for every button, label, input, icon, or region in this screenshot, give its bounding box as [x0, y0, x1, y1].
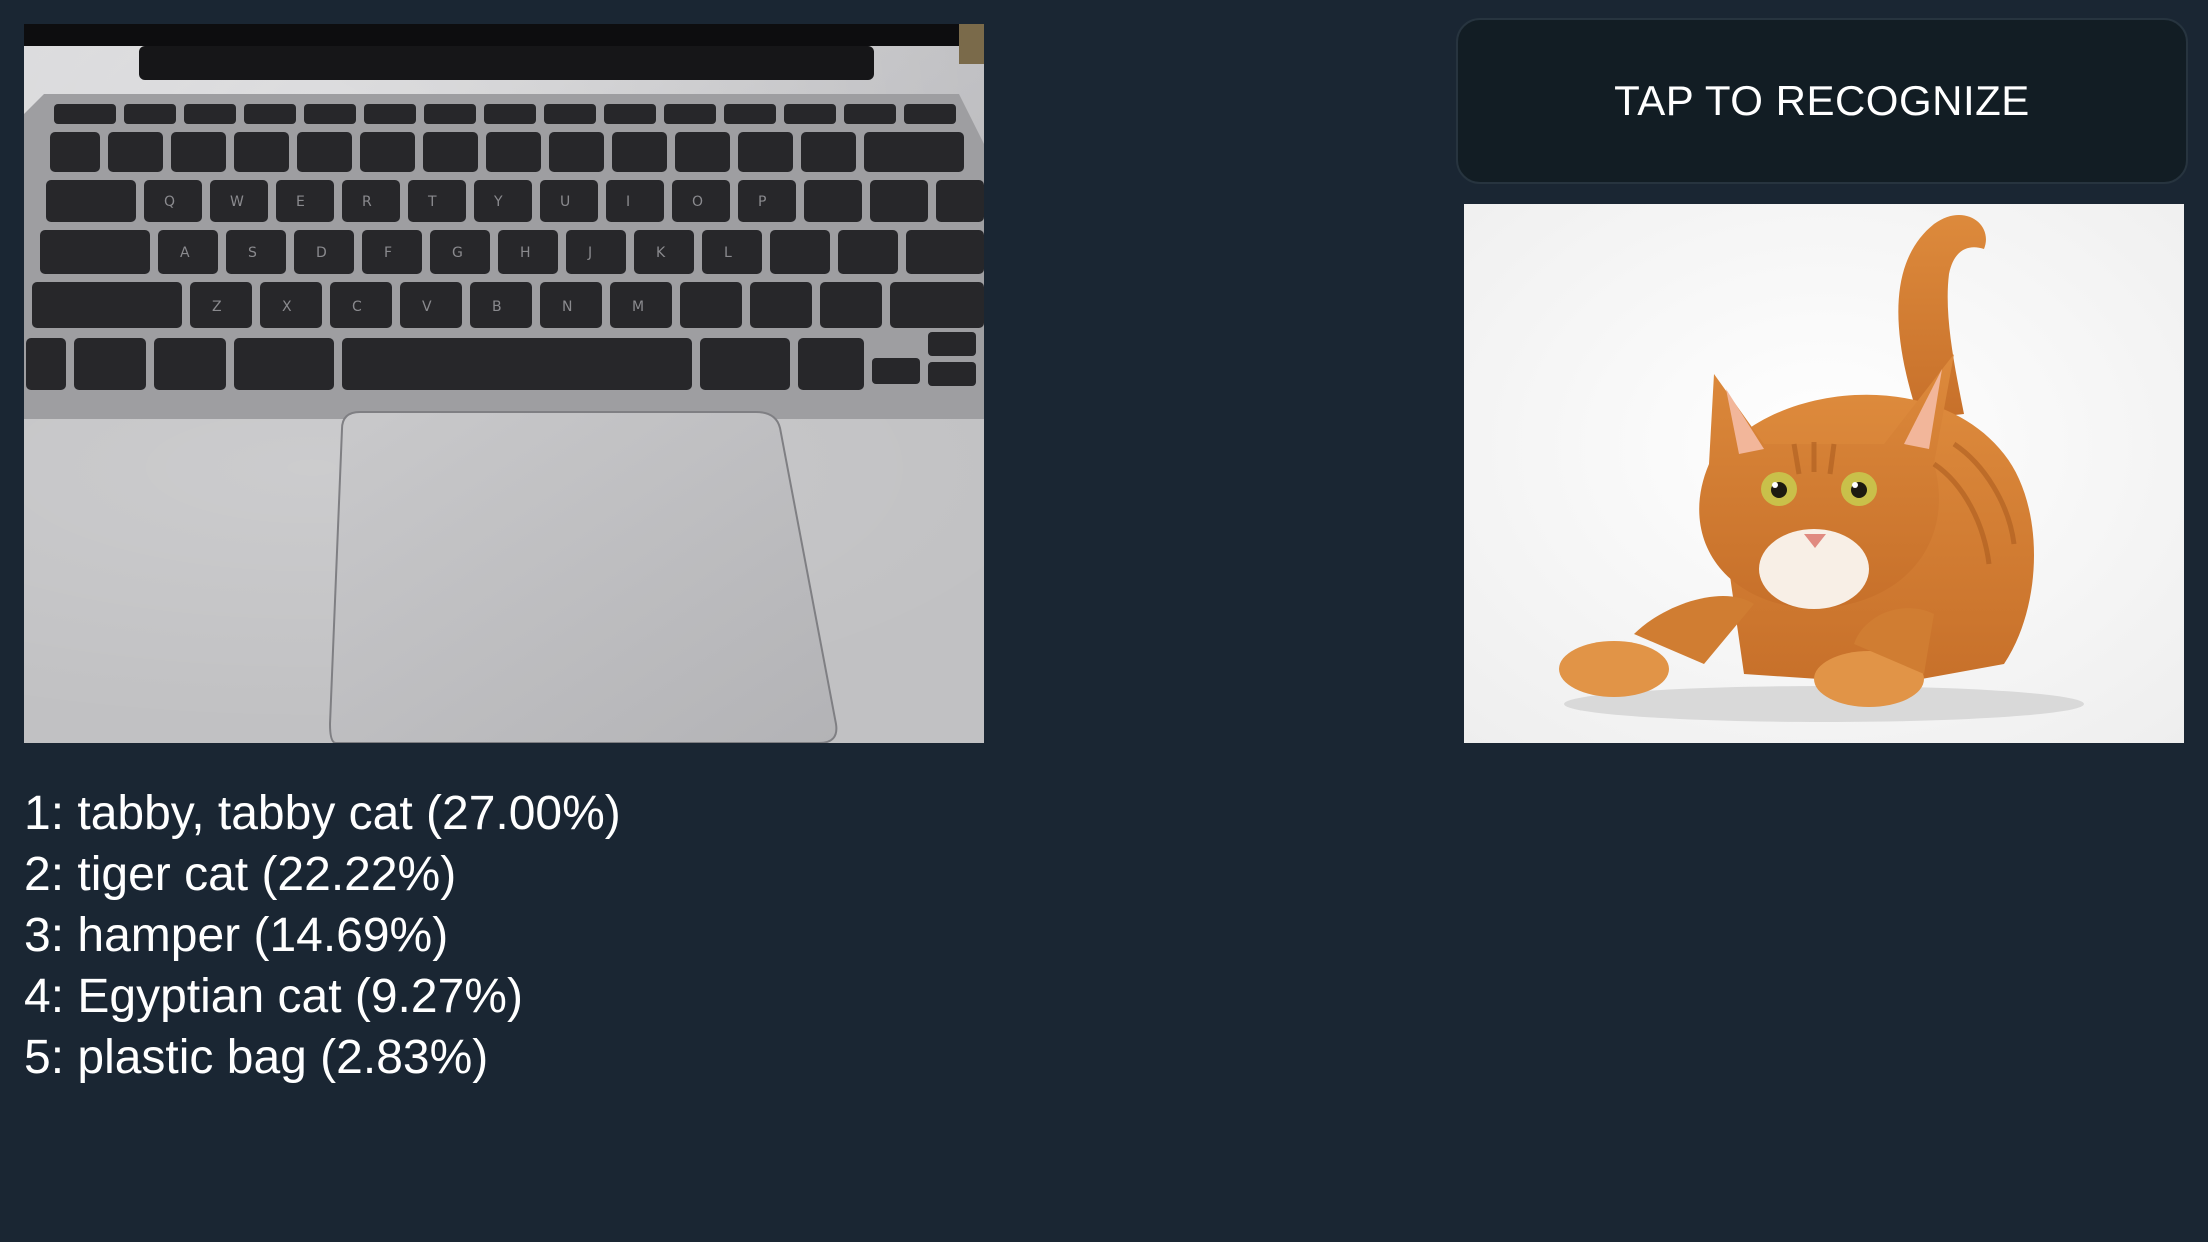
sample-image — [1464, 204, 2184, 743]
recognize-button[interactable]: TAP TO RECOGNIZE — [1456, 18, 2188, 184]
results-list: 1: tabby, tabby cat (27.00%) 2: tiger ca… — [24, 783, 621, 1088]
svg-text:A: A — [180, 245, 190, 261]
result-item: 1: tabby, tabby cat (27.00%) — [24, 787, 621, 840]
result-item: 4: Egyptian cat (9.27%) — [24, 970, 523, 1023]
svg-text:D: D — [316, 245, 327, 261]
svg-text:W: W — [230, 194, 244, 210]
svg-text:X: X — [282, 299, 292, 315]
svg-text:Q: Q — [164, 194, 175, 210]
svg-text:Z: Z — [212, 299, 222, 315]
svg-text:L: L — [724, 245, 732, 261]
svg-text:M: M — [632, 299, 644, 315]
result-item: 5: plastic bag (2.83%) — [24, 1031, 489, 1084]
svg-text:N: N — [562, 299, 572, 315]
svg-text:J: J — [587, 245, 592, 261]
svg-text:R: R — [362, 194, 372, 210]
camera-preview: Q W E R T Y U I O P A S D F G H J K L Z X C V B N M — [24, 24, 984, 743]
svg-text:P: P — [758, 194, 766, 210]
svg-text:S: S — [248, 245, 257, 261]
result-item: 3: hamper (14.69%) — [24, 909, 449, 962]
svg-text:B: B — [492, 299, 502, 315]
svg-text:V: V — [422, 299, 432, 315]
svg-text:Y: Y — [493, 194, 503, 210]
recognition-screen: Q W E R T Y U I O P A S D F G H J K L Z X C V B N M TAP … — [0, 0, 2208, 1242]
svg-text:I: I — [626, 194, 630, 210]
svg-text:U: U — [560, 194, 570, 210]
svg-text:H: H — [520, 245, 531, 261]
svg-text:C: C — [352, 299, 362, 315]
recognize-button-label: TAP TO RECOGNIZE — [1614, 77, 2030, 124]
svg-text:E: E — [296, 194, 305, 210]
result-item: 2: tiger cat (22.22%) — [24, 848, 457, 901]
svg-text:F: F — [384, 245, 392, 261]
svg-text:K: K — [656, 245, 666, 261]
svg-text:O: O — [692, 194, 703, 210]
svg-text:G: G — [452, 245, 463, 261]
svg-text:T: T — [427, 194, 437, 210]
